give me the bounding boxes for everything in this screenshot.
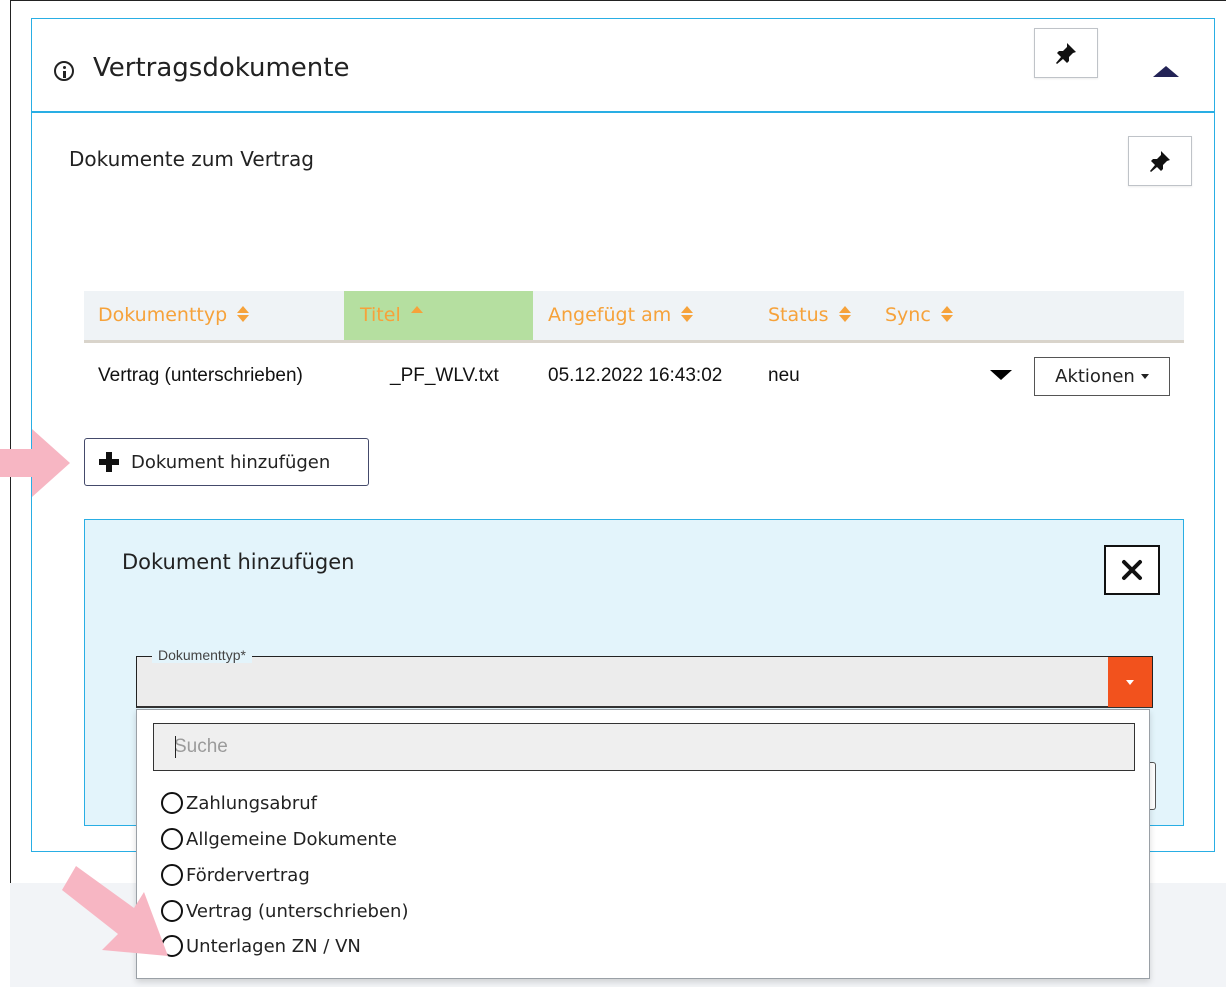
search-input[interactable] [153,723,1135,771]
option-unterlagen-zn-vn[interactable]: Unterlagen ZN / VN [161,931,361,961]
pin-icon [1150,151,1170,172]
column-header-status[interactable]: Status [768,291,851,340]
option-label: Allgemeine Dokumente [186,828,397,850]
cell-status: neu [768,365,800,386]
column-label: Status [768,304,829,326]
select-toggle-button[interactable] [1108,657,1152,707]
option-label: Vertrag (unterschrieben) [186,900,409,922]
sort-icon [237,305,250,323]
option-allgemeine-dokumente[interactable]: Allgemeine Dokumente [161,824,397,854]
actions-button[interactable]: Aktionen [1034,357,1170,396]
cell-titel: _PF_WLV.txt [390,365,499,386]
option-vertrag-unterschrieben[interactable]: Vertrag (unterschrieben) [161,896,409,926]
column-header-angefuegt[interactable]: Angefügt am [548,291,694,340]
pin-button[interactable] [1034,28,1098,78]
option-foerdervertrag[interactable]: Fördervertrag [161,860,310,890]
pin-icon [1056,43,1076,64]
text-cursor [175,736,176,758]
caret-down-icon [1140,374,1149,379]
info-icon [54,61,74,81]
option-label: Fördervertrag [186,864,310,886]
add-panel-title: Dokument hinzufügen [122,550,355,574]
annotation-arrow-icon [0,429,70,497]
document-type-label: Dokumenttyp* [152,647,252,663]
table-header: Dokumenttyp Titel Angefügt am Status Syn… [84,291,1184,343]
collapse-icon[interactable] [1153,66,1179,77]
section-title: Dokumente zum Vertrag [69,147,314,171]
option-zahlungsabruf[interactable]: Zahlungsabruf [161,788,317,818]
option-label: Zahlungsabruf [186,792,317,814]
sort-asc-icon [410,305,423,323]
sort-icon [940,305,953,323]
sort-icon [681,305,694,323]
annotation-arrow-icon [62,866,168,956]
column-label: Angefügt am [548,304,672,326]
column-label: Dokumenttyp [98,304,228,326]
cell-angefuegt: 05.12.2022 16:43:02 [548,365,723,386]
close-icon [1122,560,1142,580]
panel-header[interactable]: Vertragsdokumente [32,19,1214,113]
actions-label: Aktionen [1055,366,1135,387]
column-header-sync[interactable]: Sync [885,291,953,340]
column-header-dokumenttyp[interactable]: Dokumenttyp [98,291,250,340]
caret-down-icon [1126,679,1134,685]
column-label: Sync [885,304,931,326]
radio-icon [161,828,183,850]
cell-dokumenttyp: Vertrag (unterschrieben) [98,365,303,386]
column-label: Titel [360,304,401,326]
table-row: Vertrag (unterschrieben) _PF_WLV.txt 05.… [84,346,1184,406]
close-button[interactable] [1104,545,1160,595]
column-header-titel[interactable]: Titel [344,291,533,340]
option-label: Unterlagen ZN / VN [186,935,361,957]
section-pin-button[interactable] [1128,136,1192,186]
add-document-button[interactable]: Dokument hinzufügen [84,438,369,486]
panel-title: Vertragsdokumente [93,53,350,83]
document-type-select[interactable] [136,656,1153,708]
radio-icon [161,792,183,814]
add-document-label: Dokument hinzufügen [131,451,331,473]
expand-row-icon[interactable] [990,370,1012,380]
sort-icon [838,305,851,323]
document-type-dropdown: Zahlungsabruf Allgemeine Dokumente Förde… [136,709,1150,979]
plus-icon [99,452,119,472]
